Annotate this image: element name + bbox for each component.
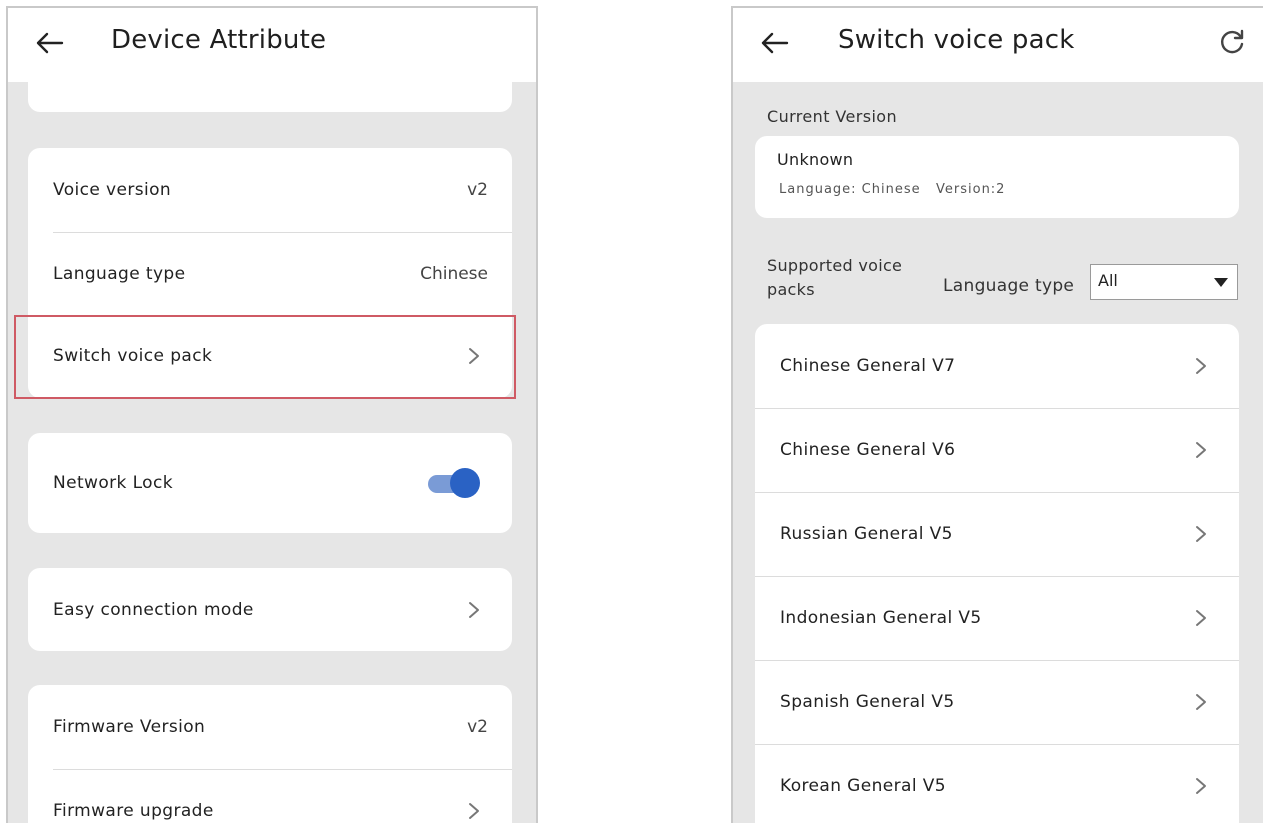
voice-version-value: v2	[467, 180, 488, 200]
network-lock-card: Network Lock	[28, 433, 512, 533]
easy-connection-row[interactable]: Easy connection mode	[28, 568, 512, 651]
voice-pack-item[interactable]: Spanish General V5	[755, 660, 1239, 744]
voice-pack-item[interactable]: Chinese General V7	[755, 324, 1239, 408]
voice-pack-item[interactable]: Korean General V5	[755, 744, 1239, 823]
refresh-icon[interactable]	[1217, 27, 1247, 57]
voice-pack-label: Indonesian General V5	[780, 608, 982, 628]
dropdown-caret-icon	[1214, 278, 1228, 287]
easy-connection-label: Easy connection mode	[53, 600, 254, 620]
voice-pack-label: Korean General V5	[780, 776, 947, 796]
chevron-right-icon	[1196, 526, 1206, 542]
current-version-card: Unknown Language: Chinese Version:2	[755, 136, 1239, 218]
language-type-value: Chinese	[420, 264, 488, 284]
language-type-selected: All	[1098, 271, 1118, 290]
language-type-select[interactable]: All	[1090, 264, 1238, 300]
chevron-right-icon	[469, 602, 479, 618]
voice-pack-label: Chinese General V7	[780, 356, 956, 376]
voice-pack-item[interactable]: Chinese General V6	[755, 408, 1239, 492]
network-lock-toggle[interactable]	[428, 468, 480, 498]
language-type-row: Language type Chinese	[28, 232, 512, 316]
firmware-version-label: Firmware Version	[53, 717, 206, 737]
app-bar: Switch voice pack	[733, 8, 1263, 82]
back-arrow-icon[interactable]	[759, 31, 789, 55]
voice-pack-list: Chinese General V7 Chinese General V6 Ru…	[755, 324, 1239, 823]
network-lock-label: Network Lock	[53, 473, 173, 493]
switch-voice-pack-screen: Switch voice pack Current Version Unknow…	[731, 6, 1263, 823]
chevron-right-icon	[1196, 610, 1206, 626]
voice-pack-item[interactable]: Indonesian General V5	[755, 576, 1239, 660]
voice-version-row: Voice version v2	[28, 148, 512, 232]
firmware-upgrade-row[interactable]: Firmware upgrade	[28, 769, 512, 823]
chevron-right-icon	[1196, 442, 1206, 458]
highlight-box	[14, 315, 516, 399]
current-version-name: Unknown	[777, 150, 854, 169]
toggle-knob	[450, 468, 480, 498]
device-attribute-screen: Device Attribute Voice version v2 Langua…	[6, 6, 538, 823]
back-arrow-icon[interactable]	[34, 31, 64, 55]
current-version-meta: Language: Chinese Version:2	[779, 182, 1006, 197]
firmware-version-value: v2	[467, 717, 488, 737]
firmware-version-row: Firmware Version v2	[28, 685, 512, 769]
firmware-upgrade-label: Firmware upgrade	[53, 801, 214, 821]
voice-pack-label: Spanish General V5	[780, 692, 955, 712]
supported-voice-packs-label: Supported voice packs	[767, 256, 903, 299]
language-type-filter-label: Language type	[943, 276, 1075, 296]
chevron-right-icon	[1196, 778, 1206, 794]
easy-connection-card: Easy connection mode	[28, 568, 512, 651]
chevron-right-icon	[1196, 694, 1206, 710]
app-bar: Device Attribute	[8, 8, 536, 82]
current-version-heading: Current Version	[767, 107, 898, 126]
voice-version-label: Voice version	[53, 180, 172, 200]
firmware-card: Firmware Version v2 Firmware upgrade	[28, 685, 512, 823]
network-lock-row: Network Lock	[28, 441, 512, 525]
chevron-right-icon	[1196, 358, 1206, 374]
chevron-right-icon	[469, 803, 479, 819]
page-title: Switch voice pack	[838, 25, 1075, 55]
language-type-label: Language type	[53, 264, 186, 284]
page-title: Device Attribute	[111, 25, 327, 55]
voice-pack-item[interactable]: Russian General V5	[755, 492, 1239, 576]
voice-pack-label: Chinese General V6	[780, 440, 956, 460]
voice-pack-label: Russian General V5	[780, 524, 953, 544]
